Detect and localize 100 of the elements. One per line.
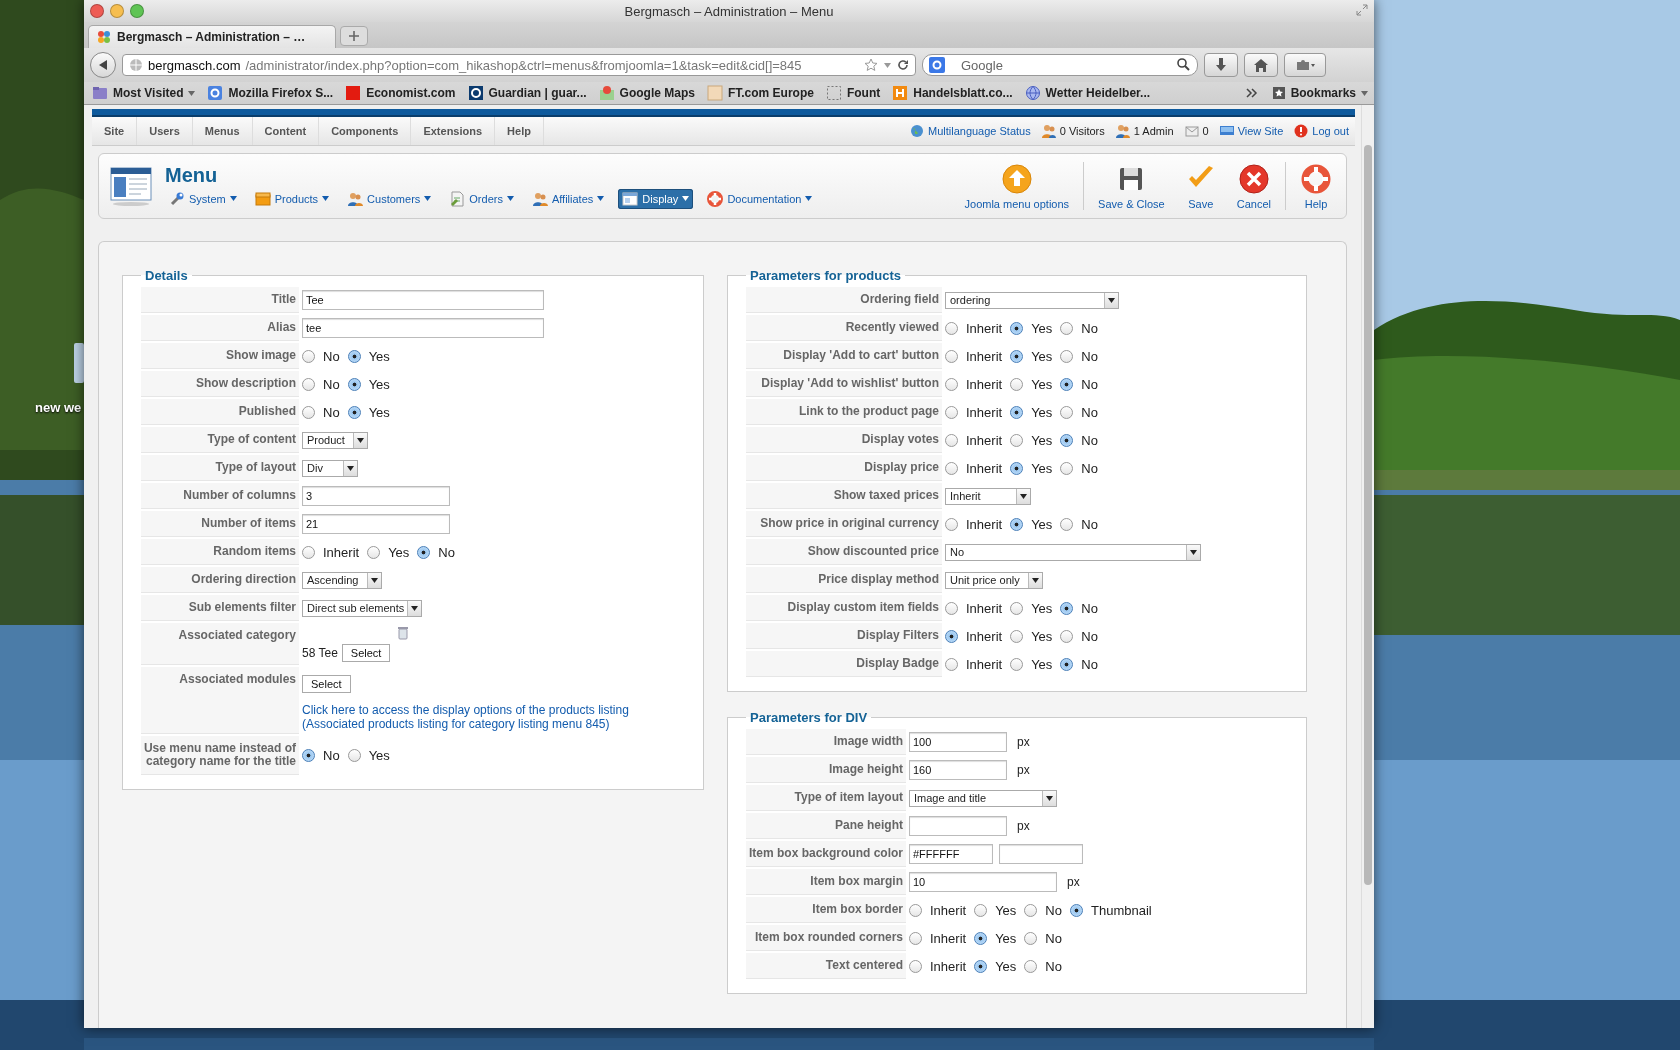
select-field[interactable]: Image and title: [909, 789, 1057, 807]
radio-button[interactable]: [909, 959, 922, 973]
radio-button[interactable]: [1070, 903, 1083, 917]
close-button[interactable]: [90, 4, 104, 18]
trash-icon[interactable]: [398, 626, 408, 640]
status-link[interactable]: Log out: [1294, 124, 1349, 138]
status-link[interactable]: 0 Visitors: [1041, 124, 1105, 138]
select-field[interactable]: Inherit: [945, 487, 1031, 505]
minimize-button[interactable]: [110, 4, 124, 18]
radio-button[interactable]: [347, 377, 361, 391]
text-field[interactable]: tee: [302, 318, 544, 338]
status-link[interactable]: Multilanguage Status: [910, 124, 1031, 138]
search-icon[interactable]: [1177, 58, 1190, 71]
radio-button[interactable]: [1024, 959, 1038, 973]
new-tab-button[interactable]: [340, 26, 368, 46]
status-link[interactable]: View Site: [1219, 124, 1284, 138]
radio-button[interactable]: [945, 601, 958, 615]
text-field[interactable]: [999, 844, 1083, 864]
radio-button[interactable]: [302, 545, 315, 559]
radio-button[interactable]: [1060, 461, 1074, 475]
bookmark[interactable]: Economist.com: [345, 85, 456, 101]
submenu-item[interactable]: Products: [250, 188, 334, 209]
back-button[interactable]: [90, 52, 116, 78]
toolbar-button[interactable]: Save & Close: [1088, 154, 1175, 218]
text-field[interactable]: 21: [302, 514, 450, 534]
bookmark[interactable]: Fount: [825, 85, 881, 101]
submenu-item[interactable]: System: [165, 188, 241, 209]
submenu-item[interactable]: Documentation: [703, 188, 817, 209]
status-link[interactable]: 1 Admin: [1115, 124, 1174, 138]
radio-button[interactable]: [945, 321, 958, 335]
bookmark[interactable]: Most Visited: [92, 85, 196, 101]
select-field[interactable]: Unit price only: [945, 571, 1043, 589]
submenu-item[interactable]: Display: [618, 188, 694, 209]
menu-item[interactable]: Menus: [192, 117, 253, 145]
select-field[interactable]: Div: [302, 459, 358, 477]
radio-button[interactable]: [1010, 405, 1024, 419]
select-button[interactable]: Select: [341, 644, 391, 662]
radio-button[interactable]: [1060, 517, 1074, 531]
radio-button[interactable]: [1060, 321, 1074, 335]
bookmark[interactable]: Google Maps: [598, 85, 695, 101]
radio-button[interactable]: [974, 903, 988, 917]
scrollbar[interactable]: [1361, 105, 1374, 1028]
radio-button[interactable]: [945, 377, 958, 391]
radio-button[interactable]: [302, 349, 315, 363]
bookmark[interactable]: Handelsblatt.co...: [892, 85, 1013, 101]
radio-button[interactable]: [302, 377, 315, 391]
select-field[interactable]: No: [945, 543, 1201, 561]
browser-tab[interactable]: Bergmasch – Administration – …: [88, 25, 336, 48]
home-button[interactable]: [1244, 53, 1278, 77]
radio-button[interactable]: [945, 461, 958, 475]
radio-button[interactable]: [302, 405, 315, 419]
bookmark[interactable]: Guardian | guar...: [467, 85, 587, 101]
radio-button[interactable]: [1010, 629, 1024, 643]
radio-button[interactable]: [909, 931, 922, 945]
chevron-icon[interactable]: [1245, 88, 1258, 98]
radio-button[interactable]: [945, 433, 958, 447]
search-engine-icon[interactable]: [929, 57, 945, 73]
select-field[interactable]: Product: [302, 431, 368, 449]
bookmark[interactable]: Mozilla Firefox S...: [207, 85, 334, 101]
radio-button[interactable]: [1060, 601, 1074, 615]
select-button[interactable]: Select: [302, 675, 351, 693]
radio-button[interactable]: [1060, 377, 1074, 391]
address-field[interactable]: bergmasch.com /administrator/index.php?option=com_hikashop&ctrl=menus&fromjoomla=1&task=edit&cid[]=845: [122, 54, 916, 76]
text-field[interactable]: [909, 816, 1007, 836]
radio-button[interactable]: [945, 629, 958, 643]
radio-button[interactable]: [367, 545, 381, 559]
radio-button[interactable]: [974, 931, 988, 945]
radio-button[interactable]: [1060, 657, 1074, 671]
text-field[interactable]: 3: [302, 486, 450, 506]
toolbar-button[interactable]: Help: [1290, 154, 1342, 218]
bookmark[interactable]: FT.com Europe: [706, 85, 814, 101]
fullscreen-icon[interactable]: [1356, 4, 1368, 16]
select-field[interactable]: Direct sub elements: [302, 599, 422, 617]
text-field[interactable]: 10: [909, 872, 1057, 892]
select-field[interactable]: ordering: [945, 291, 1119, 309]
radio-button[interactable]: [945, 405, 958, 419]
radio-button[interactable]: [945, 657, 958, 671]
menu-item[interactable]: Help: [495, 117, 544, 145]
radio-button[interactable]: [1060, 433, 1074, 447]
menu-item[interactable]: Content: [252, 117, 320, 145]
radio-button[interactable]: [347, 349, 361, 363]
radio-button[interactable]: [1010, 349, 1024, 363]
listing-link[interactable]: Click here to access the display options of the products listing (Associated products listing for category listing menu 845): [302, 703, 629, 731]
radio-button[interactable]: [302, 749, 315, 762]
toolbar-button[interactable]: Cancel: [1226, 154, 1281, 218]
menu-item[interactable]: Components: [319, 117, 412, 145]
scrollbar-thumb[interactable]: [1364, 145, 1372, 885]
reload-icon[interactable]: [897, 59, 909, 71]
zoom-button[interactable]: [130, 4, 144, 18]
menu-item[interactable]: Users: [137, 117, 193, 145]
radio-button[interactable]: [417, 545, 431, 559]
radio-button[interactable]: [1010, 461, 1024, 475]
radio-button[interactable]: [945, 517, 958, 531]
radio-button[interactable]: [1060, 349, 1074, 363]
search-field[interactable]: Google: [922, 54, 1198, 76]
radio-button[interactable]: [347, 405, 361, 419]
text-field[interactable]: Tee: [302, 290, 544, 310]
toolbar-button[interactable]: Joomla menu options: [954, 154, 1080, 218]
menu-item[interactable]: Extensions: [411, 117, 496, 145]
radio-button[interactable]: [909, 903, 922, 917]
